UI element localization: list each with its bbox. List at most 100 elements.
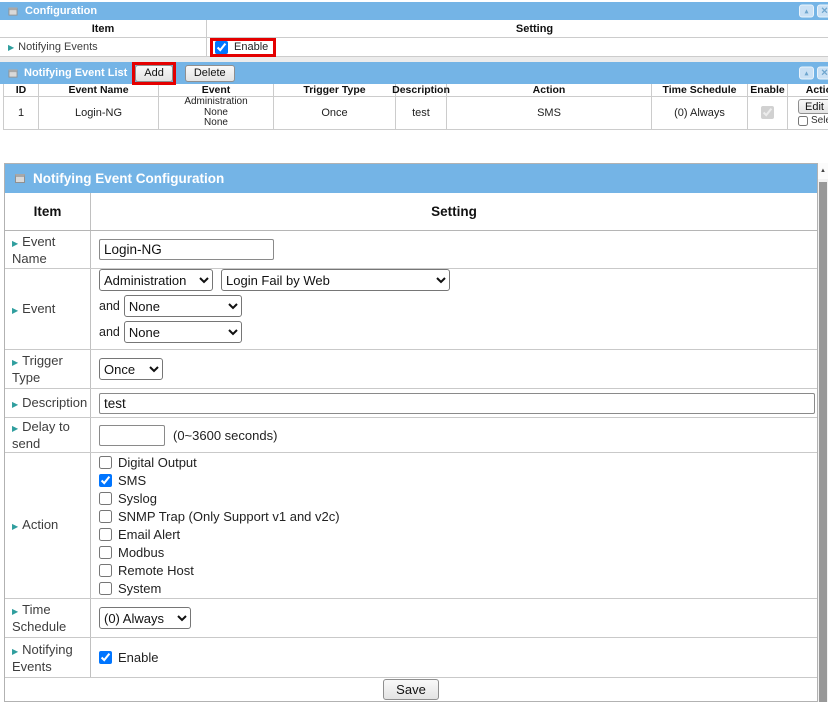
event-and2-select[interactable]: None	[124, 321, 242, 343]
red-highlight-box: Add	[132, 62, 176, 85]
notifying-event-list-panel: Notifying Event List Add Delete ▴ ✕ ID E…	[0, 62, 828, 130]
event-list-panel-header: Notifying Event List Add Delete ▴ ✕	[0, 62, 828, 84]
column-header-trigger-type: Trigger Type	[274, 84, 396, 96]
dialog-header: Notifying Event Configuration	[5, 164, 817, 193]
event-name-setting-cell	[91, 231, 817, 268]
column-header-description: Description	[396, 84, 447, 96]
event-line: None	[184, 118, 247, 129]
add-button[interactable]: Add	[135, 65, 173, 82]
event-name-row: ▶Event Name	[5, 231, 817, 269]
description-setting-cell	[91, 389, 817, 417]
delay-label-cell: ▶Delay to send	[5, 418, 91, 452]
notifying-events-label: Notifying Events	[18, 41, 97, 53]
bullet-arrow-icon: ▶	[12, 400, 18, 409]
action-snmp-trap-checkbox[interactable]	[99, 510, 112, 523]
column-header-action: Action	[447, 84, 652, 96]
cell-event: Administration None None	[159, 97, 274, 129]
configuration-table-header: Item Setting	[0, 20, 828, 38]
bullet-arrow-icon: ▶	[12, 424, 18, 433]
delete-button[interactable]: Delete	[185, 65, 235, 82]
collapse-icon[interactable]: ▴	[799, 5, 814, 18]
event-and1-select[interactable]: None	[124, 295, 242, 317]
delay-input[interactable]	[99, 425, 165, 446]
edit-button[interactable]: Edit	[798, 99, 828, 114]
action-option-label: System	[118, 581, 161, 596]
event-name-label-cell: ▶Event Name	[5, 231, 91, 268]
action-label: Action	[22, 517, 58, 532]
bullet-arrow-icon: ▶	[8, 43, 14, 52]
trigger-type-label: Trigger Type	[12, 353, 63, 385]
time-schedule-setting-cell: (0) Always	[91, 599, 817, 637]
delay-row: ▶Delay to send (0~3600 seconds)	[5, 418, 817, 453]
action-option-label: Modbus	[118, 545, 164, 560]
action-syslog-checkbox[interactable]	[99, 492, 112, 505]
delay-hint: (0~3600 seconds)	[173, 428, 277, 443]
event-subtype-select[interactable]: Login Fail by Web	[221, 269, 450, 291]
column-header-event-name: Event Name	[39, 84, 159, 96]
action-sms-checkbox[interactable]	[99, 474, 112, 487]
event-label-cell: ▶ Event	[5, 269, 91, 349]
close-icon[interactable]: ✕	[817, 5, 828, 18]
bullet-arrow-icon: ▶	[12, 239, 18, 248]
event-category-select[interactable]: Administration	[99, 269, 213, 291]
and-label: and	[99, 299, 120, 313]
cell-description: test	[396, 97, 447, 129]
and-label: and	[99, 325, 120, 339]
time-schedule-select[interactable]: (0) Always	[99, 607, 191, 629]
bullet-arrow-icon: ▶	[12, 607, 18, 616]
enable-label: Enable	[118, 650, 158, 665]
dialog-enable-checkbox[interactable]	[99, 651, 112, 664]
event-list-table: ID Event Name Event Trigger Type Descrip…	[3, 84, 828, 130]
cell-id: 1	[4, 97, 39, 129]
row-select-checkbox[interactable]	[798, 116, 808, 126]
delay-label: Delay to send	[12, 419, 70, 451]
cell-actions: Edit Select	[788, 97, 828, 129]
dialog-title: Notifying Event Configuration	[33, 171, 224, 186]
event-list-panel-title: Notifying Event List	[24, 67, 127, 79]
time-schedule-label-cell: ▶Time Schedule	[5, 599, 91, 637]
cell-trigger-type: Once	[274, 97, 396, 129]
action-email-alert-checkbox[interactable]	[99, 528, 112, 541]
dialog-table-header: Item Setting	[5, 193, 817, 231]
column-header-id: ID	[4, 84, 39, 96]
scroll-up-icon[interactable]: ▲	[818, 163, 828, 179]
action-digital-output-checkbox[interactable]	[99, 456, 112, 469]
bullet-arrow-icon: ▶	[12, 647, 18, 656]
column-header-time-schedule: Time Schedule	[652, 84, 748, 96]
trigger-type-label-cell: ▶Trigger Type	[5, 350, 91, 388]
trigger-type-select[interactable]: Once	[99, 358, 163, 380]
notifying-events-enable-checkbox[interactable]	[215, 41, 228, 54]
collapse-icon[interactable]: ▴	[799, 67, 814, 80]
cell-event-name: Login-NG	[39, 97, 159, 129]
scrollbar-thumb[interactable]	[819, 182, 827, 702]
bullet-arrow-icon: ▶	[12, 306, 18, 315]
event-list-header-row: ID Event Name Event Trigger Type Descrip…	[4, 84, 828, 97]
time-schedule-label: Time Schedule	[12, 602, 66, 634]
cell-enable	[748, 97, 788, 129]
action-remote-host-checkbox[interactable]	[99, 564, 112, 577]
action-option-label: Digital Output	[118, 455, 197, 470]
save-button[interactable]: Save	[383, 679, 439, 700]
window-icon	[9, 69, 18, 77]
notifying-events-label: Notifying Events	[12, 642, 73, 674]
bullet-arrow-icon: ▶	[12, 522, 18, 531]
column-header-event: Event	[159, 84, 274, 96]
action-system-checkbox[interactable]	[99, 582, 112, 595]
close-icon[interactable]: ✕	[817, 67, 828, 80]
description-row: ▶ Description	[5, 389, 817, 418]
window-icon	[15, 174, 25, 183]
action-option-label: SNMP Trap (Only Support v1 and v2c)	[118, 509, 340, 524]
event-list-row: 1 Login-NG Administration None None Once…	[4, 97, 828, 130]
action-modbus-checkbox[interactable]	[99, 546, 112, 559]
notifying-events-row: ▶ Notifying Events Enable	[0, 38, 828, 57]
description-label: Description	[22, 395, 87, 410]
trigger-type-row: ▶Trigger Type Once	[5, 350, 817, 389]
event-setting-cell: Administration Login Fail by Web and Non…	[91, 269, 817, 349]
event-label: Event	[22, 301, 55, 316]
description-input[interactable]	[99, 393, 815, 414]
notifying-events-setting-cell: Enable	[207, 38, 828, 56]
vertical-scrollbar[interactable]: ▲	[818, 163, 828, 702]
notifying-events-dialog-row: ▶Notifying Events Enable	[5, 638, 817, 678]
action-label-cell: ▶ Action	[5, 453, 91, 598]
event-name-input[interactable]	[99, 239, 274, 260]
